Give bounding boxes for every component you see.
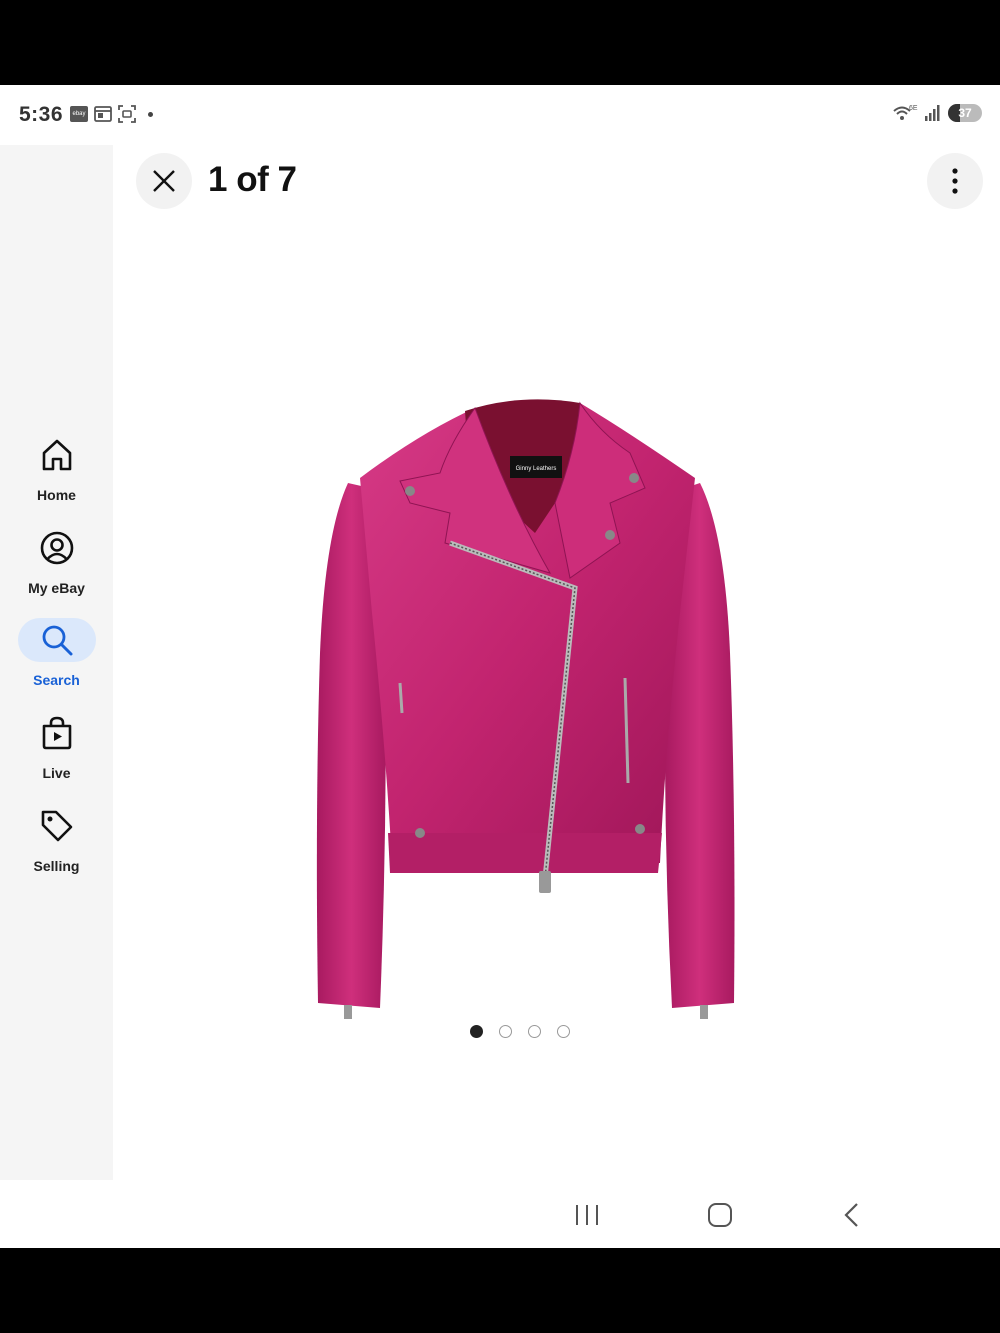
- system-navigation-bar: [0, 1180, 1000, 1248]
- bottom-letterbox: [0, 1248, 1000, 1333]
- wifi-icon: 6E: [893, 105, 918, 120]
- pagination-dot-2[interactable]: [499, 1025, 512, 1038]
- home-icon: [42, 439, 71, 471]
- status-bar: 5:36 ebay 6E 37: [0, 85, 1000, 145]
- jacket-label-text: Ginny Leathers: [516, 466, 557, 472]
- tag-icon-wrap: [18, 804, 96, 848]
- home-circle-icon: [708, 1203, 732, 1227]
- tag-icon: [41, 810, 72, 842]
- app-screen: 5:36 ebay 6E 37 Home My eBay Search Live…: [0, 85, 1000, 1248]
- side-navigation: Home My eBay Search Live Selling: [0, 145, 113, 1180]
- live-bag-icon-wrap: [18, 711, 96, 755]
- network-type-label: 6E: [909, 105, 918, 112]
- nav-label-search: Search: [33, 672, 80, 688]
- account-icon-wrap: [18, 526, 96, 570]
- nav-item-selling[interactable]: Selling: [0, 804, 113, 874]
- screenshot-notification-icon: [118, 105, 136, 123]
- pagination-dot-1[interactable]: [470, 1025, 483, 1038]
- signal-icon: [925, 105, 940, 121]
- battery-icon: 37: [948, 104, 982, 122]
- more-vertical-icon: [952, 168, 958, 194]
- close-button[interactable]: [136, 153, 192, 209]
- image-pagination[interactable]: [470, 1025, 570, 1038]
- search-icon: [42, 625, 72, 656]
- recent-apps-button[interactable]: [569, 1197, 605, 1233]
- home-icon-wrap: [18, 433, 96, 477]
- battery-level: 37: [958, 106, 972, 120]
- back-system-button[interactable]: [834, 1197, 870, 1233]
- nav-label-live: Live: [42, 765, 71, 781]
- nav-label-home: Home: [37, 487, 76, 503]
- product-image[interactable]: Ginny Leathers: [300, 393, 750, 1033]
- live-bag-icon: [42, 716, 71, 750]
- status-notification-icons: ebay: [70, 105, 153, 123]
- status-time: 5:36: [19, 103, 64, 126]
- account-icon: [40, 531, 73, 565]
- nav-item-home[interactable]: Home: [0, 433, 113, 503]
- ebay-notification-icon: ebay: [70, 106, 88, 122]
- nav-item-search[interactable]: Search: [0, 618, 113, 688]
- close-icon: [153, 170, 175, 192]
- nav-item-my-ebay[interactable]: My eBay: [0, 526, 113, 596]
- image-counter-title: 1 of 7: [208, 160, 297, 199]
- browser-notification-icon: [94, 106, 112, 122]
- pagination-dot-3[interactable]: [528, 1025, 541, 1038]
- nav-item-live[interactable]: Live: [0, 711, 113, 781]
- more-options-button[interactable]: [927, 153, 983, 209]
- nav-label-selling: Selling: [33, 858, 80, 874]
- status-system-icons: 6E 37: [892, 103, 982, 123]
- recent-apps-icon: [576, 1205, 598, 1225]
- pagination-dot-4[interactable]: [557, 1025, 570, 1038]
- back-chevron-icon: [844, 1203, 858, 1227]
- home-system-button[interactable]: [702, 1197, 738, 1233]
- search-icon-wrap: [17, 618, 96, 662]
- more-notifications-dot: [148, 111, 153, 117]
- nav-label-my-ebay: My eBay: [28, 580, 85, 596]
- top-letterbox: [0, 0, 1000, 85]
